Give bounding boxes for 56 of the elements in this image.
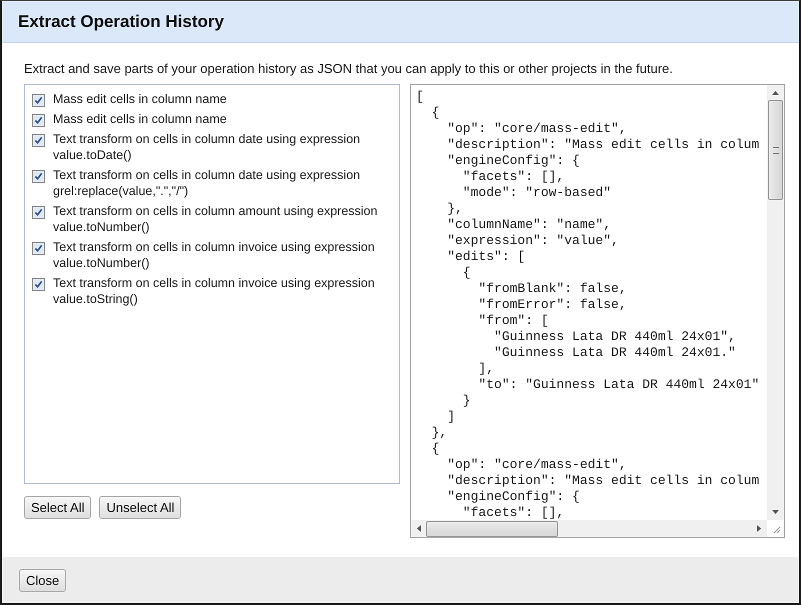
code-line: ], <box>477 361 496 377</box>
operation-label[interactable]: Text transform on cells in column invoice using expression value.toNumber() <box>53 239 393 271</box>
code-line: [ <box>416 89 425 105</box>
code-line: "Guinness Lata DR 440ml 24x01." <box>493 345 737 361</box>
code-line: "facets": [], <box>462 169 566 185</box>
checkbox[interactable] <box>32 242 45 255</box>
code-line: "to": "Guinness Lata DR 440ml 24x01" <box>477 377 760 393</box>
operation-label[interactable]: Text transform on cells in column invoice using expression value.toString() <box>53 275 393 307</box>
code-line: }, <box>430 425 448 441</box>
scrollbar-thumb[interactable] <box>426 520 558 536</box>
operation-label[interactable]: Mass edit cells in column name <box>53 111 227 127</box>
selection-button[interactable]: Unselect All <box>99 496 182 519</box>
operation-label[interactable]: Text transform on cells in column amount using expression value.toNumber() <box>53 203 393 235</box>
close-button[interactable]: Close <box>19 568 66 592</box>
code-line: "expression": "value", <box>446 233 620 249</box>
scroll-left-icon[interactable] <box>416 525 421 532</box>
code-line: "fromBlank": false, <box>477 281 628 297</box>
dialog-title: Extract Operation History <box>18 12 224 32</box>
checkbox[interactable] <box>32 170 45 183</box>
description-text: Extract and save parts of your operation history as JSON that you can apply to this or other projects in the future. <box>24 61 674 76</box>
resize-grip-icon[interactable] <box>771 524 781 534</box>
selection-button[interactable]: Select All <box>24 496 92 519</box>
code-line: "Guinness Lata DR 440ml 24x01", <box>493 329 737 345</box>
code-line: "description": "Mass edit cells in colum <box>446 473 760 489</box>
code-line: "edits": [ <box>446 249 526 265</box>
code-line: "from": [ <box>477 313 550 329</box>
scrollbar-thumb[interactable] <box>768 100 783 200</box>
scroll-up-icon[interactable] <box>772 90 779 95</box>
checkbox[interactable] <box>32 278 45 291</box>
operation-label[interactable]: Text transform on cells in column date using expression value.toDate() <box>53 131 393 163</box>
checkbox[interactable] <box>32 114 45 127</box>
code-line: ] <box>446 409 456 425</box>
code-line: "engineConfig": { <box>446 153 581 169</box>
checkbox[interactable] <box>32 206 45 219</box>
code-line: "columnName": "name", <box>446 217 612 233</box>
horizontal-scrollbar[interactable] <box>411 520 767 537</box>
operation-label[interactable]: Text transform on cells in column date using expression grel:replace(value,".","/") <box>53 167 393 199</box>
scroll-down-icon[interactable] <box>772 510 779 515</box>
code-line: { <box>430 441 440 457</box>
operation-label[interactable]: Mass edit cells in column name <box>53 91 227 107</box>
checkbox[interactable] <box>32 94 45 107</box>
code-line: "fromError": false, <box>477 297 628 313</box>
code-line: "description": "Mass edit cells in colum <box>446 137 760 153</box>
checkbox[interactable] <box>32 134 45 147</box>
code-line: "mode": "row-based" <box>462 185 612 201</box>
code-line: "op": "core/mass-edit", <box>446 121 628 137</box>
json-text-area[interactable] <box>410 84 785 538</box>
code-line: { <box>430 105 440 121</box>
scroll-right-icon[interactable] <box>757 525 762 532</box>
code-line: "engineConfig": { <box>446 489 581 505</box>
code-line: }, <box>446 201 464 217</box>
code-line: { <box>462 265 472 281</box>
code-line: } <box>462 393 472 409</box>
vertical-scrollbar[interactable] <box>767 85 784 520</box>
code-line: "facets": [], <box>462 505 566 521</box>
code-line: "op": "core/mass-edit", <box>446 457 628 473</box>
